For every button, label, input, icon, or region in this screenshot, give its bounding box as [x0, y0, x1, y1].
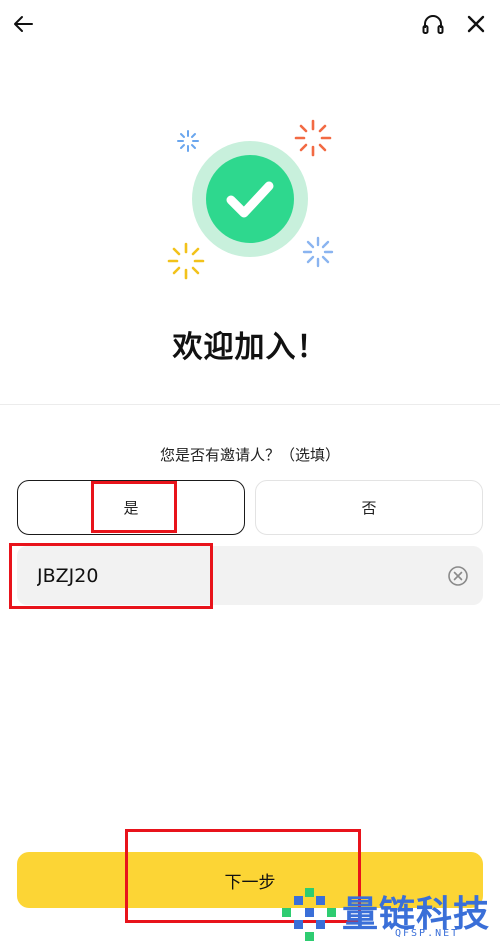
- close-button[interactable]: [462, 10, 490, 38]
- clear-circle-icon: [448, 566, 468, 586]
- invite-question: 您是否有邀请人？（选填）: [159, 446, 340, 464]
- headset-icon: [422, 15, 444, 34]
- annotation-box-input: [9, 543, 213, 609]
- annotation-box-yes: [91, 481, 177, 533]
- check-circle-icon: [206, 155, 294, 243]
- welcome-title: 欢迎加入！: [172, 330, 328, 365]
- close-icon: [467, 15, 485, 33]
- back-button[interactable]: [10, 10, 38, 38]
- support-button[interactable]: [420, 12, 446, 38]
- invite-no-label: 否: [361, 499, 377, 517]
- watermark-subtext: QFSP.NET: [395, 928, 460, 939]
- arrow-left-icon: [14, 16, 33, 32]
- divider: [0, 404, 500, 405]
- invite-no-option[interactable]: 否: [255, 480, 483, 535]
- clear-input-button[interactable]: [447, 565, 469, 587]
